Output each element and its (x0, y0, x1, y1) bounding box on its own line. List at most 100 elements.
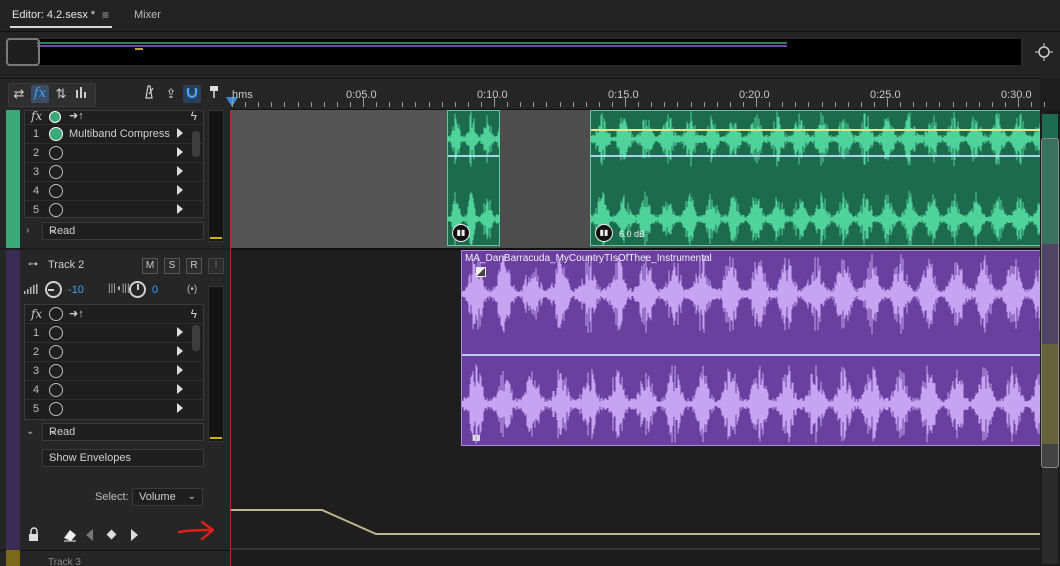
next-keyframe-icon[interactable] (131, 529, 138, 541)
time-ruler[interactable]: hms 0:05.0 0:10.0 0:15.0 0:20.0 0:25.0 0… (226, 78, 1046, 110)
track1-fx-row-2[interactable]: 2 (25, 144, 203, 163)
tab-editor[interactable]: Editor: 4.2.sesx * (12, 9, 95, 21)
solo-button[interactable]: S (164, 258, 180, 274)
fx-rack-scrollbar[interactable] (192, 131, 200, 157)
fx-slot-menu-arrow-icon[interactable] (177, 147, 183, 157)
track2-level-meter (208, 286, 224, 442)
track2-fx-row-1[interactable]: 1 (25, 324, 203, 343)
inputs-outputs-icon[interactable]: ⇄ (10, 85, 28, 103)
power-icon[interactable] (49, 345, 63, 359)
track2-fx-row-5[interactable]: 5 (25, 400, 203, 419)
track2-fx-power-icon[interactable] (49, 307, 63, 321)
fx-slot-menu-arrow-icon[interactable] (177, 384, 183, 394)
ruler-label: 0:10.0 (477, 89, 508, 101)
volume-knob[interactable] (45, 281, 62, 298)
effects-rack-icon[interactable]: fx (31, 85, 49, 103)
monitor-input-button[interactable]: I (208, 258, 224, 274)
power-icon[interactable] (49, 165, 63, 179)
power-icon[interactable] (49, 184, 63, 198)
zoom-navigator-icon[interactable] (1034, 42, 1054, 62)
track2-fx-row-4[interactable]: 4 (25, 381, 203, 400)
show-envelopes-button[interactable]: Show Envelopes › (42, 449, 204, 467)
tab-menu-icon[interactable]: ≡ (102, 8, 109, 22)
track1-fx-row-5[interactable]: 5 (25, 201, 203, 220)
sends-icon[interactable]: ⇅ (52, 85, 70, 103)
power-icon[interactable] (49, 203, 63, 217)
track1-fx-row-4[interactable]: 4 (25, 182, 203, 201)
clip-title[interactable]: MA_DanBarracuda_MyCountryTIsOfThee_Instr… (465, 253, 712, 264)
fx-lightning-icon[interactable]: ϟ (191, 109, 197, 123)
fx-slot-menu-arrow-icon[interactable] (177, 327, 183, 337)
power-icon[interactable] (49, 127, 63, 141)
volume-value[interactable]: -10 (68, 284, 84, 296)
fade-in-handle-icon[interactable] (476, 267, 486, 277)
track2-automation-mode-dropdown[interactable]: Read ⌄ (42, 423, 204, 441)
fx-slot-menu-arrow-icon[interactable] (177, 166, 183, 176)
track1-fx-row-1[interactable]: 1 Multiband Compress (25, 125, 203, 144)
fx-slot-menu-arrow-icon[interactable] (177, 365, 183, 375)
metronome-icon[interactable] (140, 85, 158, 103)
track1-clip-b[interactable]: ▮▮ 6.0 dB (590, 110, 1040, 246)
overview-zoom-handle[interactable] (6, 38, 40, 66)
fx-slot-menu-arrow-icon[interactable] (177, 403, 183, 413)
envelope-lock-icon[interactable] (26, 527, 42, 543)
track2-fx-row-2[interactable]: 2 (25, 343, 203, 362)
mute-button[interactable]: M (142, 258, 158, 274)
clip-gain-icon[interactable]: ▮▮ (595, 224, 613, 242)
track1-fx-power-icon[interactable] (49, 111, 61, 123)
clear-keyframes-icon[interactable] (62, 527, 78, 543)
fx-lightning-icon[interactable]: ϟ (191, 307, 197, 321)
overview-strip[interactable] (6, 38, 1022, 66)
fx-slot-number: 1 (33, 327, 40, 339)
ruler-tick (716, 102, 718, 107)
track1-fx-row-3[interactable]: 3 (25, 163, 203, 182)
envelope-parameter-dropdown[interactable]: Volume ⌄ (132, 488, 203, 506)
power-icon[interactable] (49, 402, 63, 416)
clip-volume-line[interactable] (591, 129, 1040, 131)
power-icon[interactable] (49, 383, 63, 397)
record-arm-button[interactable]: R (186, 258, 202, 274)
vertical-scrollbar[interactable] (1040, 110, 1060, 566)
track2-fx-row-3[interactable]: 3 (25, 362, 203, 381)
power-icon[interactable] (49, 326, 63, 340)
fx-slot-menu-arrow-icon[interactable] (177, 128, 183, 138)
fx-slot-number: 5 (33, 403, 40, 415)
fx-prepost-icon[interactable]: ➜↑ (69, 109, 84, 122)
ruler-tick (873, 102, 875, 107)
expand-chevron-icon[interactable]: › (26, 225, 29, 236)
export-mixdown-icon[interactable]: ⇪ (162, 85, 180, 103)
multitrack-timeline[interactable]: ▮▮ ▮▮ 6.0 dB MA_DanBarracuda_MyCountryTI… (230, 110, 1040, 566)
ruler-tick (847, 102, 849, 107)
clip-gain-icon[interactable]: ▮▮ (452, 224, 470, 242)
fx-rack-scrollbar[interactable] (192, 325, 200, 351)
waveform-channel (462, 254, 1040, 334)
power-icon[interactable] (49, 146, 63, 160)
fx-slot-menu-arrow-icon[interactable] (177, 204, 183, 214)
clip-gain-icon[interactable]: ▮▮ (472, 433, 481, 442)
track2-clip[interactable]: MA_DanBarracuda_MyCountryTIsOfThee_Instr… (461, 250, 1040, 446)
fx-prepost-icon[interactable]: ➜↑ (69, 307, 84, 320)
ruler-tick (625, 98, 626, 107)
playhead-line[interactable] (230, 110, 231, 566)
vertical-scroll-thumb[interactable] (1041, 138, 1059, 468)
track1-automation-mode-dropdown[interactable]: Read ⌄ (42, 222, 204, 240)
marker-icon[interactable] (205, 85, 223, 103)
fx-slot-menu-arrow-icon[interactable] (177, 185, 183, 195)
fx-slot-menu-arrow-icon[interactable] (177, 346, 183, 356)
pan-knob[interactable] (129, 281, 146, 298)
ruler-tick (507, 102, 509, 107)
track2-name[interactable]: Track 2 (48, 259, 84, 271)
document-tab-bar: Editor: 4.2.sesx * ≡ Mixer (0, 0, 1060, 32)
fx-slot-name[interactable]: Multiband Compress (69, 128, 170, 140)
track1-clip-a[interactable]: ▮▮ (447, 110, 500, 246)
previous-keyframe-icon[interactable] (86, 529, 93, 541)
power-icon[interactable] (49, 364, 63, 378)
pan-value[interactable]: 0 (152, 284, 158, 296)
snap-icon[interactable] (183, 85, 201, 103)
volume-envelope[interactable] (230, 490, 1040, 550)
track1-empty-region[interactable] (500, 110, 590, 248)
tab-mixer[interactable]: Mixer (134, 9, 161, 21)
track3-name[interactable]: Track 3 (48, 557, 81, 566)
eq-icon[interactable] (73, 85, 91, 103)
collapse-chevron-icon[interactable]: ⌄ (26, 426, 34, 437)
